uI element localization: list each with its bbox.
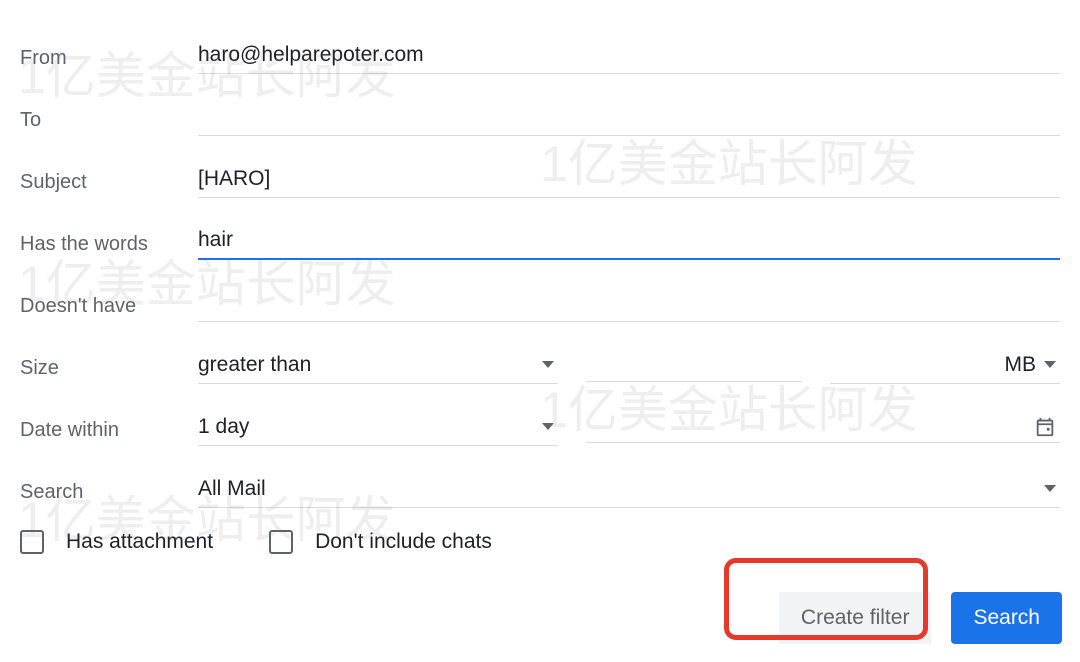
- date-within-select[interactable]: 1 day: [198, 409, 558, 446]
- date-within-value: 1 day: [198, 415, 534, 439]
- search-scope-value: All Mail: [198, 477, 1036, 501]
- size-operator-select[interactable]: greater than: [198, 347, 558, 384]
- has-words-input[interactable]: [198, 222, 1060, 260]
- size-amount-input[interactable]: [586, 348, 802, 382]
- row-to: To: [20, 86, 1060, 148]
- filter-form: From To Subject Has the words Doesn't ha…: [0, 0, 1080, 564]
- label-doesnt-have: Doesn't have: [20, 289, 198, 318]
- size-unit-select[interactable]: MB: [830, 347, 1060, 384]
- has-attachment-label: Has attachment: [66, 530, 213, 554]
- checkbox-icon: [269, 530, 293, 554]
- chevron-down-icon: [1044, 485, 1056, 492]
- row-date-within: Date within 1 day: [20, 396, 1060, 458]
- label-from: From: [20, 41, 198, 70]
- label-date-within: Date within: [20, 413, 198, 442]
- search-button[interactable]: Search: [951, 592, 1062, 644]
- row-size: Size greater than MB: [20, 334, 1060, 396]
- calendar-icon: [1034, 416, 1056, 438]
- row-doesnt-have: Doesn't have: [20, 272, 1060, 334]
- action-bar: Create filter Search: [779, 592, 1062, 644]
- subject-input[interactable]: [198, 161, 1060, 198]
- to-input[interactable]: [198, 99, 1060, 136]
- dont-include-chats-checkbox[interactable]: Don't include chats: [269, 530, 492, 554]
- dont-include-chats-label: Don't include chats: [315, 530, 492, 554]
- chevron-down-icon: [542, 423, 554, 430]
- from-input[interactable]: [198, 37, 1060, 74]
- size-unit-value: MB: [830, 353, 1036, 377]
- search-scope-select[interactable]: All Mail: [198, 471, 1060, 508]
- row-from: From: [20, 24, 1060, 86]
- label-search: Search: [20, 475, 198, 504]
- chevron-down-icon: [542, 361, 554, 368]
- label-size: Size: [20, 351, 198, 380]
- label-subject: Subject: [20, 165, 198, 194]
- has-attachment-checkbox[interactable]: Has attachment: [20, 530, 213, 554]
- row-search: Search All Mail: [20, 458, 1060, 520]
- label-to: To: [20, 103, 198, 132]
- size-operator-value: greater than: [198, 353, 534, 377]
- chevron-down-icon: [1044, 361, 1056, 368]
- create-filter-button[interactable]: Create filter: [779, 592, 932, 644]
- label-has-words: Has the words: [20, 227, 198, 256]
- date-picker-field[interactable]: [586, 412, 1060, 443]
- checkbox-icon: [20, 530, 44, 554]
- row-subject: Subject: [20, 148, 1060, 210]
- row-checkboxes: Has attachment Don't include chats: [20, 520, 1060, 564]
- row-has-words: Has the words: [20, 210, 1060, 272]
- doesnt-have-input[interactable]: [198, 285, 1060, 322]
